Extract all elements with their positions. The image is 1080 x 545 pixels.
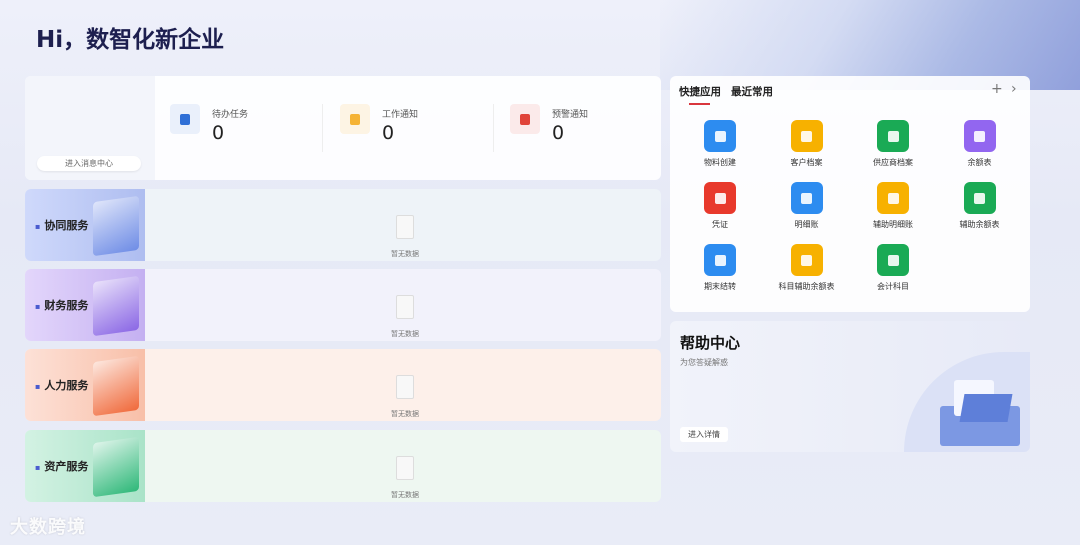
alarm-icon [510,104,540,134]
app-icon [704,244,736,276]
empty-text: 暂无数据 [391,491,419,499]
app-icon [790,182,823,214]
service-illustration [93,275,139,337]
app-label: 余额表 [967,158,992,167]
page-title: Hi，数智化新企业 [36,27,225,53]
app-label: 会计科目 [877,282,909,291]
quick-app[interactable]: 凭证 [680,182,760,230]
quick-app[interactable]: 辅助余额表 [940,182,1020,230]
empty-document-icon [396,456,414,480]
stat-2[interactable]: 预警通知 0 [510,104,670,160]
stat-1[interactable]: 工作通知 0 [340,104,500,160]
app-icon [963,182,996,214]
help-illustration-folder [959,394,1013,422]
chevron-right-icon[interactable]: › [1011,81,1017,97]
service-label: 财务服务 [44,299,89,312]
empty-text: 暂无数据 [391,410,419,418]
app-label: 辅助余额表 [959,220,1000,229]
divider [322,104,323,152]
quick-apps-card: 快捷应用 最近常用 + › 物料创建 客户档案 供应商档案 余额表 凭证 明细账… [670,76,1030,312]
divider [493,104,494,152]
quick-app[interactable]: 客户档案 [767,120,847,168]
app-icon [790,120,823,152]
enter-details-button[interactable]: 进入详情 [680,427,728,442]
service-illustration [93,436,139,498]
app-icon [963,120,996,152]
enter-message-center-button[interactable]: 进入消息中心 [37,156,141,171]
quick-app[interactable]: 余额表 [940,120,1020,168]
app-icon [877,244,909,276]
quick-app[interactable]: 明细账 [767,182,847,230]
app-icon [877,120,909,152]
stat-count: 0 [382,122,395,144]
stat-label: 待办任务 [212,110,249,120]
service-icon: ▪ [35,302,41,311]
service-title: ▪ 协同服务 [35,217,88,233]
service-banner[interactable]: ▪ 人力服务 [25,349,145,421]
service-banner[interactable]: ▪ 协同服务 [25,189,145,261]
quick-app[interactable]: 会计科目 [853,244,933,292]
empty-text: 暂无数据 [391,250,419,258]
quick-app[interactable]: 供应商档案 [853,120,933,168]
help-subtitle: 为您答疑解惑 [680,358,728,367]
app-icon [877,182,909,214]
stat-label: 预警通知 [552,110,589,120]
service-banner[interactable]: ▪ 财务服务 [25,269,145,341]
empty-document-icon [396,295,414,319]
service-title: ▪ 财务服务 [35,297,88,313]
service-label: 资产服务 [44,460,89,473]
service-title: ▪ 人力服务 [35,377,88,393]
app-label: 客户档案 [790,158,823,167]
task-icon [170,104,200,134]
message-summary: 进入消息中心 [25,76,155,180]
quick-app[interactable]: 物料创建 [680,120,760,168]
app-label: 科目辅助余额表 [778,282,835,291]
service-row: ▪ 财务服务 暂无数据 [25,269,661,341]
service-title: ▪ 资产服务 [35,458,88,474]
app-label: 期末结转 [704,282,736,291]
service-row: ▪ 人力服务 暂无数据 [25,349,661,421]
stat-label: 工作通知 [382,110,419,120]
empty-text: 暂无数据 [391,330,419,338]
service-label: 人力服务 [44,379,89,392]
app-icon [704,120,736,152]
service-icon: ▪ [35,463,41,472]
service-illustration [93,355,139,417]
service-banner[interactable]: ▪ 资产服务 [25,430,145,502]
app-icon [704,182,736,214]
empty-document-icon [396,375,414,399]
stat-0[interactable]: 待办任务 0 [170,104,330,160]
service-label: 协同服务 [44,219,89,232]
app-label: 供应商档案 [873,158,913,167]
service-illustration [93,195,139,257]
tab-recent[interactable]: 最近常用 [731,84,773,99]
quick-app[interactable]: 辅助明细账 [853,182,933,230]
help-title: 帮助中心 [680,334,741,352]
message-card: 进入消息中心 待办任务 0 工作通知 0 预警通知 0 [25,76,661,180]
app-label: 明细账 [794,220,819,229]
app-icon [790,244,823,276]
empty-document-icon [396,215,414,239]
quick-app[interactable]: 期末结转 [680,244,760,292]
service-row: ▪ 资产服务 暂无数据 [25,430,661,502]
add-icon[interactable]: + [991,81,1003,97]
service-row: ▪ 协同服务 暂无数据 [25,189,661,261]
app-label: 物料创建 [704,158,736,167]
watermark: 大数跨境 [10,517,86,538]
app-label: 凭证 [712,220,728,229]
tab-quick-apps[interactable]: 快捷应用 [679,84,721,99]
stat-count: 0 [552,122,565,144]
stat-count: 0 [212,122,225,144]
notice-icon [340,104,370,134]
quick-app[interactable]: 科目辅助余额表 [767,244,847,292]
help-center-card: 帮助中心 为您答疑解惑 进入详情 [670,321,1030,452]
active-tab-indicator [689,103,710,105]
service-icon: ▪ [35,222,41,231]
service-icon: ▪ [35,382,41,391]
app-label: 辅助明细账 [873,220,913,229]
